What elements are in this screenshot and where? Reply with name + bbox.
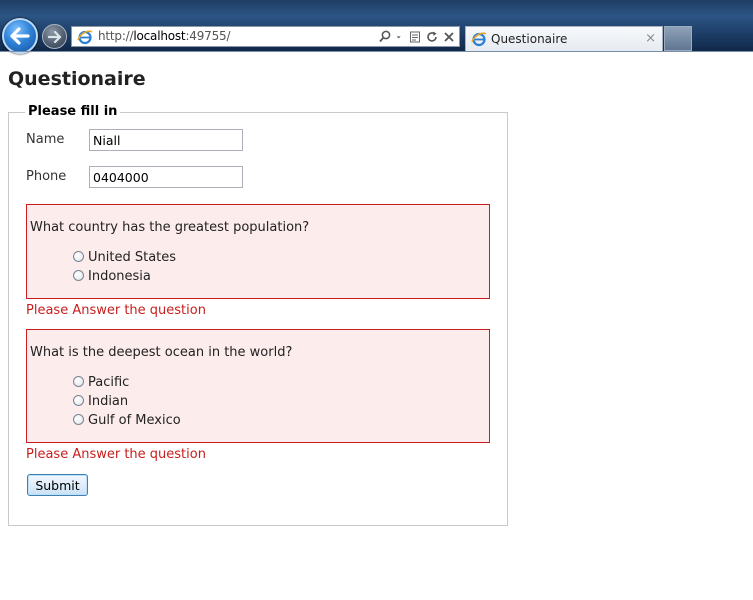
phone-field[interactable]	[89, 166, 243, 188]
question-box-2: What is the deepest ocean in the world? …	[26, 329, 490, 443]
forward-button[interactable]	[42, 24, 67, 49]
back-arrow-icon	[10, 27, 30, 45]
name-label: Name	[26, 132, 65, 147]
new-tab-button[interactable]	[664, 26, 692, 51]
address-tools	[379, 29, 455, 45]
radio-indonesia[interactable]	[73, 270, 84, 281]
radio-gulf-of-mexico[interactable]	[73, 414, 84, 425]
refresh-icon[interactable]	[426, 30, 438, 44]
question-text-1: What country has the greatest population…	[30, 220, 310, 235]
error-message-2: Please Answer the question	[26, 447, 206, 462]
search-icon[interactable]	[379, 30, 391, 44]
radio-pacific[interactable]	[73, 376, 84, 387]
fieldset-legend: Please fill in	[25, 104, 121, 119]
name-field[interactable]	[89, 129, 243, 151]
radio-label[interactable]: United States	[88, 250, 176, 265]
radio-united-states[interactable]	[73, 251, 84, 262]
radio-indian[interactable]	[73, 395, 84, 406]
error-message-1: Please Answer the question	[26, 303, 206, 318]
submit-button[interactable]: Submit	[27, 474, 88, 496]
dropdown-arrow-icon[interactable]	[396, 30, 404, 44]
forward-arrow-icon	[47, 30, 61, 43]
radio-label[interactable]: Indonesia	[88, 269, 151, 284]
ie-page-icon	[77, 30, 93, 45]
compatibility-view-icon[interactable]	[409, 30, 421, 44]
address-bar[interactable]: http://localhost:49755/	[71, 26, 460, 47]
toolbar-divider	[0, 51, 753, 52]
radio-label[interactable]: Indian	[88, 394, 128, 409]
tab-title: Questionaire	[491, 32, 568, 46]
radio-label[interactable]: Gulf of Mexico	[88, 413, 181, 428]
ie-tab-icon	[471, 32, 487, 47]
phone-label: Phone	[26, 169, 67, 184]
browser-toolbar: http://localhost:49755/ Questionaire ×	[0, 0, 753, 54]
radio-label[interactable]: Pacific	[88, 375, 129, 390]
question-box-1: What country has the greatest population…	[26, 204, 490, 299]
stop-icon[interactable]	[443, 30, 455, 44]
tab-close-icon[interactable]: ×	[645, 31, 656, 46]
tab-questionaire[interactable]: Questionaire ×	[465, 26, 663, 51]
url-text[interactable]: http://localhost:49755/	[98, 29, 231, 43]
back-button[interactable]	[2, 18, 38, 54]
page-title: Questionaire	[8, 68, 146, 90]
form-fieldset	[8, 112, 508, 526]
question-text-2: What is the deepest ocean in the world?	[30, 345, 293, 360]
